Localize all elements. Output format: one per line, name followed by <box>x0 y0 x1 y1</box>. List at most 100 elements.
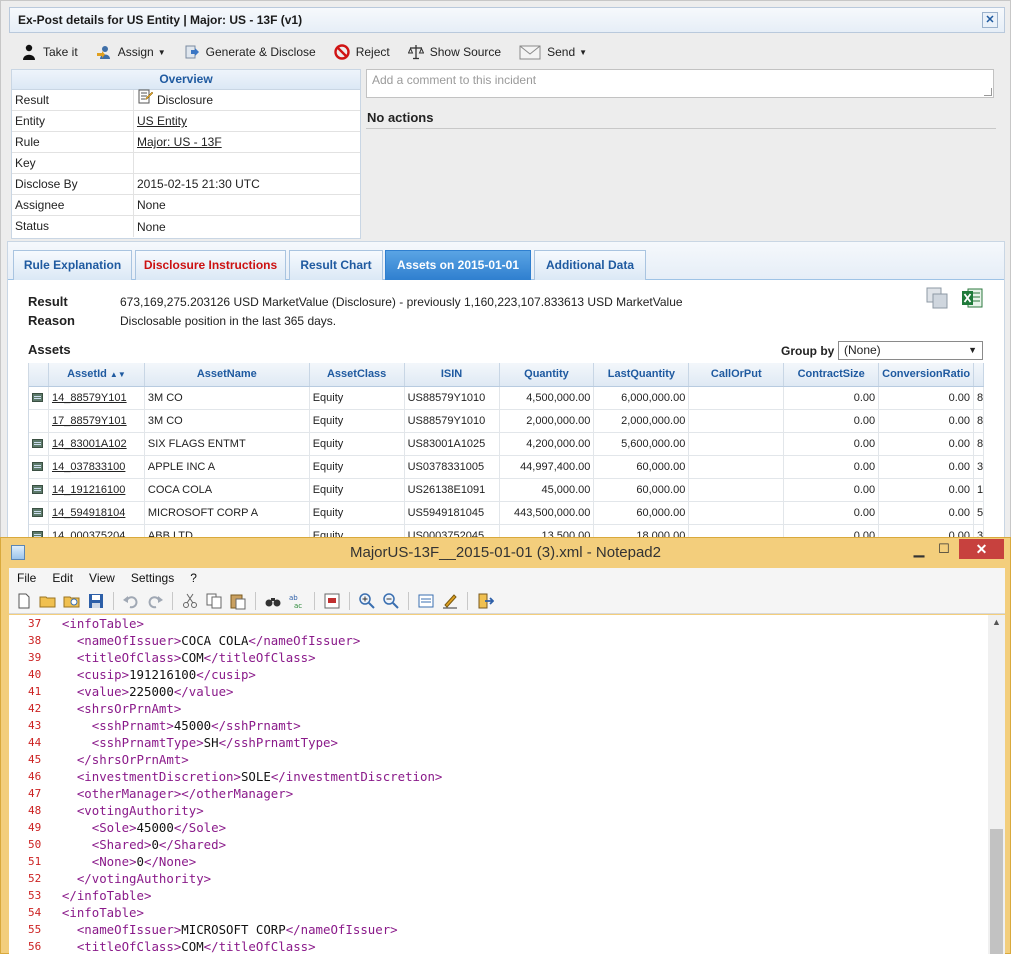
asset-id-link[interactable]: 17_88579Y101 <box>49 410 145 432</box>
zoom-in-icon[interactable] <box>358 592 376 610</box>
find-icon[interactable] <box>264 592 282 610</box>
redo-icon[interactable] <box>146 592 164 610</box>
goto-icon[interactable] <box>323 592 341 610</box>
code-line[interactable]: <titleOfClass>COM</titleOfClass> <box>47 649 987 666</box>
asset-id-link[interactable]: 14_594918104 <box>49 502 145 524</box>
browse-icon[interactable] <box>63 592 81 610</box>
tab-result-chart[interactable]: Result Chart <box>289 250 383 280</box>
code-line[interactable]: <votingAuthority> <box>47 802 987 819</box>
column-header-conversionratio[interactable]: ConversionRatio <box>879 363 975 386</box>
group-by-label: Group by <box>781 344 835 358</box>
code-line[interactable]: <sshPrnamt>45000</sshPrnamt> <box>47 717 987 734</box>
close-icon[interactable]: ✕ <box>982 12 998 28</box>
rule-link[interactable]: Major: US - 13F <box>137 132 222 152</box>
minimize-icon[interactable]: ▁ <box>909 541 929 561</box>
copy-icon[interactable] <box>925 286 949 310</box>
generate-disclose-button[interactable]: Generate & Disclose <box>184 44 316 60</box>
comment-input[interactable]: Add a comment to this incident <box>366 69 994 98</box>
exit-icon[interactable] <box>476 592 495 610</box>
code-line[interactable]: <investmentDiscretion>SOLE</investmentDi… <box>47 768 987 785</box>
menu-edit[interactable]: Edit <box>44 571 81 585</box>
table-row[interactable]: 14_191216100 COCA COLA Equity US26138E1091 4… <box>29 479 984 502</box>
table-cell: 6,000,000.00 <box>594 387 690 409</box>
group-by-select[interactable]: (None) ▼ <box>838 341 983 360</box>
resize-grip-icon[interactable] <box>984 88 992 96</box>
column-header-isin[interactable]: ISIN <box>405 363 500 386</box>
show-source-button[interactable]: Show Source <box>407 44 501 60</box>
scrollbar-thumb[interactable] <box>990 829 1003 954</box>
line-number: 44 <box>28 736 42 749</box>
replace-icon[interactable]: ab ac <box>288 592 306 610</box>
code-line[interactable]: <value>225000</value> <box>47 683 987 700</box>
tab-disclosure-instructions[interactable]: Disclosure Instructions <box>135 250 286 280</box>
code-line[interactable]: <otherManager></otherManager> <box>47 785 987 802</box>
column-header-contractsize[interactable]: ContractSize <box>784 363 880 386</box>
new-file-icon[interactable] <box>15 592 33 610</box>
menu-help[interactable]: ? <box>182 571 205 585</box>
word-wrap-icon[interactable] <box>417 592 435 610</box>
document-icon[interactable] <box>32 485 43 494</box>
save-icon[interactable] <box>87 592 105 610</box>
excel-icon[interactable] <box>961 287 983 309</box>
code-line[interactable]: </votingAuthority> <box>47 870 987 887</box>
code-line[interactable]: <None>0</None> <box>47 853 987 870</box>
cut-icon[interactable] <box>181 592 199 610</box>
code-line[interactable]: <titleOfClass>COM</titleOfClass> <box>47 938 987 954</box>
vertical-scrollbar[interactable]: ▲ <box>988 615 1005 954</box>
table-row[interactable]: 14_037833100 APPLE INC A Equity US037833100… <box>29 456 984 479</box>
code-line[interactable]: </shrsOrPrnAmt> <box>47 751 987 768</box>
tab-rule-explanation[interactable]: Rule Explanation <box>13 250 132 280</box>
copy-icon[interactable] <box>205 592 223 610</box>
document-icon[interactable] <box>32 508 43 517</box>
code-line[interactable]: <infoTable> <box>47 615 987 632</box>
table-row[interactable]: 14_594918104 MICROSOFT CORP A Equity US5949… <box>29 502 984 525</box>
settings-icon[interactable] <box>441 592 459 610</box>
code-area[interactable]: <infoTable> <nameOfIssuer>COCA COLA</nam… <box>47 615 987 954</box>
code-line[interactable]: <nameOfIssuer>COCA COLA</nameOfIssuer> <box>47 632 987 649</box>
take-it-button[interactable]: Take it <box>21 44 78 60</box>
asset-id-link[interactable]: 14_037833100 <box>49 456 145 478</box>
zoom-out-icon[interactable] <box>382 592 400 610</box>
entity-link[interactable]: US Entity <box>137 111 187 131</box>
code-line[interactable]: <nameOfIssuer>MICROSOFT CORP</nameOfIssu… <box>47 921 987 938</box>
reject-button[interactable]: Reject <box>334 44 390 60</box>
row-icon-cell <box>29 387 49 409</box>
asset-id-link[interactable]: 14_88579Y101 <box>49 387 145 409</box>
column-header-assetid[interactable]: AssetId ▲▼ <box>49 363 145 386</box>
document-icon[interactable] <box>32 439 43 448</box>
column-header-quantity[interactable]: Quantity <box>500 363 595 386</box>
document-icon[interactable] <box>32 462 43 471</box>
asset-id-link[interactable]: 14_83001A102 <box>49 433 145 455</box>
paste-icon[interactable] <box>229 592 247 610</box>
column-header-callorput[interactable]: CallOrPut <box>689 363 785 386</box>
table-row[interactable]: 17_88579Y101 3M CO Equity US88579Y1010 2,000… <box>29 410 984 433</box>
assign-button[interactable]: Assign ▼ <box>96 44 166 60</box>
table-row[interactable]: 14_83001A102 SIX FLAGS ENTMT Equity US83001… <box>29 433 984 456</box>
maximize-icon[interactable]: ☐ <box>934 541 954 561</box>
table-row[interactable]: 14_88579Y101 3M CO Equity US88579Y1010 4,500… <box>29 387 984 410</box>
column-header-assetclass[interactable]: AssetClass <box>310 363 405 386</box>
code-line[interactable]: <sshPrnamtType>SH</sshPrnamtType> <box>47 734 987 751</box>
code-line[interactable]: <cusip>191216100</cusip> <box>47 666 987 683</box>
code-line[interactable]: <Sole>45000</Sole> <box>47 819 987 836</box>
menu-settings[interactable]: Settings <box>123 571 182 585</box>
code-line[interactable]: <infoTable> <box>47 904 987 921</box>
send-button[interactable]: Send ▼ <box>519 44 587 60</box>
menu-view[interactable]: View <box>81 571 123 585</box>
column-header-lastquantity[interactable]: LastQuantity <box>594 363 690 386</box>
code-line[interactable]: <shrsOrPrnAmt> <box>47 700 987 717</box>
row-icon-cell <box>29 479 49 501</box>
code-line[interactable]: </infoTable> <box>47 887 987 904</box>
close-icon[interactable]: ✕ <box>959 539 1004 559</box>
menu-file[interactable]: File <box>9 571 44 585</box>
scroll-up-icon[interactable]: ▲ <box>988 617 1005 631</box>
document-icon[interactable] <box>32 393 43 402</box>
column-header-assetname[interactable]: AssetName <box>145 363 310 386</box>
undo-icon[interactable] <box>122 592 140 610</box>
notepad-editor[interactable]: 37 38 39 40 41 42 43 44 45 46 47 48 49 50 51 52 53 54 55 56… <box>9 615 1005 954</box>
tab-assets[interactable]: Assets on 2015-01-01 <box>385 250 531 280</box>
open-folder-icon[interactable] <box>39 592 57 610</box>
tab-additional-data[interactable]: Additional Data <box>534 250 646 280</box>
code-line[interactable]: <Shared>0</Shared> <box>47 836 987 853</box>
asset-id-link[interactable]: 14_191216100 <box>49 479 145 501</box>
